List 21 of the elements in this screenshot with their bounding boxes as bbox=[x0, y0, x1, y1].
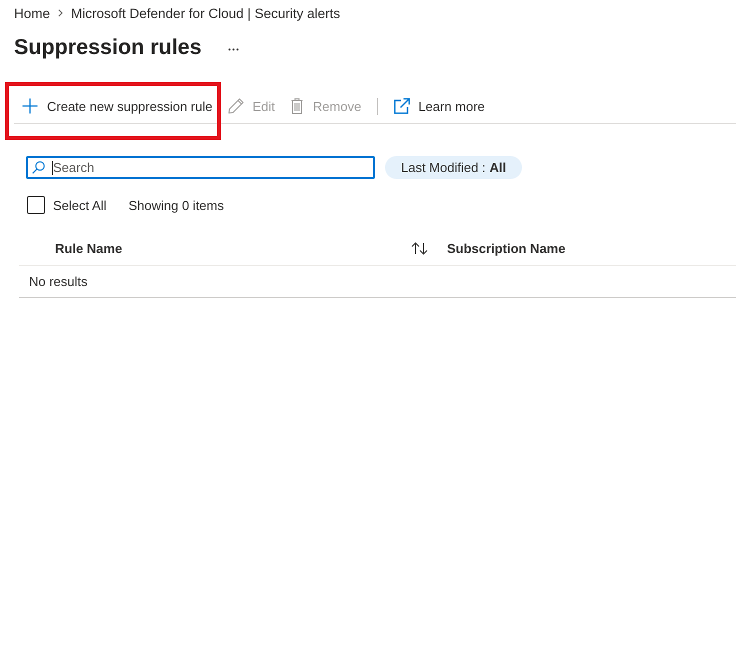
create-button[interactable]: Create new suppression rule bbox=[14, 89, 220, 123]
trash-icon bbox=[290, 98, 303, 114]
checkbox[interactable] bbox=[27, 196, 45, 214]
search-field[interactable]: Search bbox=[26, 156, 375, 179]
item-count: Showing 0 items bbox=[128, 198, 224, 212]
chevron-icon bbox=[58, 9, 64, 17]
breadcrumb-link[interactable]: Home bbox=[14, 6, 50, 20]
sort-icon[interactable] bbox=[411, 242, 428, 254]
plus-icon bbox=[22, 98, 38, 114]
checkbox-label[interactable]: Select All bbox=[53, 198, 106, 212]
filter-pill[interactable]: Last Modified : All bbox=[385, 156, 522, 179]
page-title: Suppression rules bbox=[14, 34, 202, 60]
column-header[interactable]: Rule Name bbox=[55, 240, 122, 256]
column-header[interactable]: Subscription Name bbox=[447, 240, 566, 256]
more-icon[interactable] bbox=[228, 48, 239, 50]
empty-message: No results bbox=[29, 274, 88, 289]
external-link-icon bbox=[394, 98, 410, 114]
pencil-icon bbox=[228, 98, 244, 114]
search-icon bbox=[32, 161, 45, 174]
learn-more-link[interactable]: Learn more bbox=[386, 89, 493, 123]
breadcrumb-link[interactable]: Microsoft Defender for Cloud | Security alerts bbox=[71, 6, 340, 20]
